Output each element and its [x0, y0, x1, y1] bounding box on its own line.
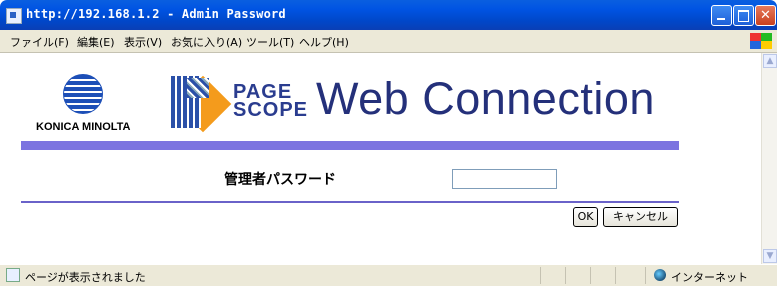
scroll-up-arrow-icon[interactable]: ▲ [763, 54, 777, 68]
windows-flag-icon [750, 33, 772, 49]
maximize-button[interactable] [733, 5, 754, 26]
vertical-scrollbar[interactable]: ▲ ▼ [761, 53, 777, 264]
product-title: Web Connection [316, 73, 655, 124]
minimize-button[interactable] [711, 5, 732, 26]
admin-password-label: 管理者パスワード [224, 172, 336, 188]
menu-file[interactable]: ファイル(F) [10, 34, 69, 50]
page-content: KONICA MINOLTA PAGE SCOPE Web Connection… [0, 53, 761, 264]
menu-bar: ファイル(F) 編集(E) 表示(V) お気に入り(A) ツール(T) ヘルプ(… [0, 30, 777, 53]
ok-button[interactable]: OK [573, 207, 598, 227]
security-zone-label: インターネット [671, 271, 748, 284]
cancel-button[interactable]: キャンセル [603, 207, 678, 227]
menu-edit[interactable]: 編集(E) [77, 34, 115, 50]
form-divider [21, 201, 679, 203]
scroll-down-arrow-icon[interactable]: ▼ [763, 249, 777, 263]
header-divider-bar [21, 141, 679, 150]
menu-tools[interactable]: ツール(T) [246, 34, 294, 50]
status-message: ページが表示されました [25, 271, 146, 284]
pagescope-logo-icon [161, 70, 232, 136]
admin-password-input[interactable] [452, 169, 557, 189]
ie-page-icon [6, 8, 22, 24]
pagescope-line2: SCOPE [233, 99, 309, 121]
menu-view[interactable]: 表示(V) [124, 34, 162, 50]
pagescope-wordmark: PAGE SCOPE [233, 82, 309, 121]
konica-minolta-wordmark: KONICA MINOLTA [36, 121, 131, 133]
window-titlebar[interactable]: http://192.168.1.2 - Admin Password ✕ [0, 0, 777, 30]
konica-minolta-logo: KONICA MINOLTA [36, 74, 156, 134]
status-bar: ページが表示されました インターネット [0, 264, 777, 286]
menu-favorites[interactable]: お気に入り(A) [171, 34, 242, 50]
close-button[interactable]: ✕ [755, 5, 776, 26]
window-title: http://192.168.1.2 - Admin Password [26, 7, 286, 21]
konica-minolta-globe-icon [63, 74, 103, 114]
internet-globe-icon [654, 269, 666, 281]
menu-help[interactable]: ヘルプ(H) [299, 34, 349, 50]
page-status-icon [6, 268, 20, 282]
